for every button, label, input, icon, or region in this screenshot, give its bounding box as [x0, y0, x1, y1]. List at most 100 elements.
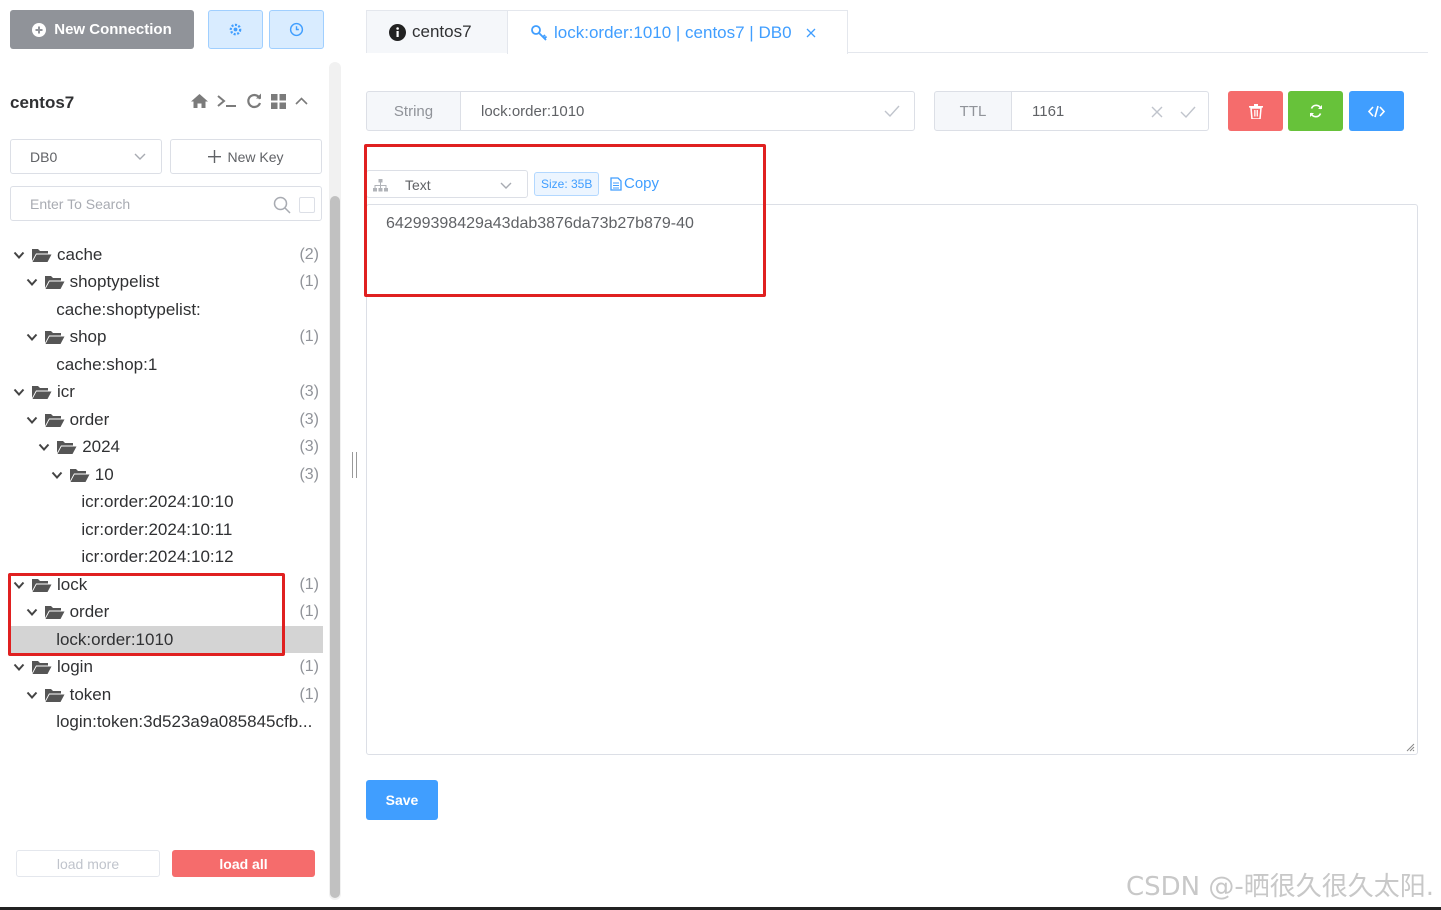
tree-label: login:token:3d523a9a085845cfb... — [56, 712, 313, 731]
ttl-value: 1161 — [1032, 102, 1065, 120]
tree-folder[interactable]: cache (2) — [10, 241, 323, 268]
value-textarea[interactable]: 64299398429a43dab3876da73b27b879-40 — [366, 204, 1418, 755]
grid-icon[interactable] — [270, 93, 287, 110]
tree-label: order — [69, 409, 110, 429]
clear-icon[interactable] — [1151, 106, 1163, 118]
tree-folder[interactable]: 2024 (3) — [10, 434, 323, 461]
key-name-input[interactable]: lock:order:1010 — [460, 91, 915, 131]
tree-label: login — [57, 657, 93, 676]
copy-label: Copy — [624, 175, 660, 192]
tree-label: icr:order:2024:10:12 — [81, 547, 234, 566]
chevron-up-icon[interactable] — [294, 94, 309, 109]
tree-key[interactable]: cache:shoptypelist: — [10, 296, 323, 323]
tree-label: order — [69, 602, 110, 621]
panel-splitter[interactable] — [352, 452, 357, 478]
copy-icon — [610, 176, 622, 191]
dump-command-button[interactable] — [1349, 91, 1404, 131]
caret-down-icon[interactable] — [26, 689, 38, 701]
tab-centos7[interactable]: centos7 — [366, 10, 508, 53]
tree-label: cache:shop:1 — [56, 354, 158, 374]
caret-down-icon[interactable] — [26, 276, 38, 288]
new-key-label: New Key — [227, 148, 284, 165]
caret-down-icon[interactable] — [26, 606, 38, 618]
history-button[interactable] — [269, 10, 324, 49]
settings-button[interactable] — [208, 10, 263, 49]
delete-key-button[interactable] — [1228, 91, 1283, 131]
tree-folder[interactable]: token (1) — [10, 681, 323, 708]
save-button[interactable]: Save — [366, 780, 438, 820]
folder-open-icon — [44, 413, 65, 427]
tree-count: (3) — [299, 410, 319, 428]
tree-count: (2) — [299, 245, 319, 263]
caret-down-icon[interactable] — [38, 441, 50, 453]
tree-key[interactable]: cache:shop:1 — [10, 351, 323, 378]
resize-grip-icon[interactable] — [1405, 742, 1415, 752]
tree-count: (1) — [299, 603, 319, 620]
new-key-button[interactable]: New Key — [170, 139, 322, 174]
folder-open-icon — [44, 606, 65, 619]
check-icon[interactable] — [1180, 105, 1196, 119]
tree-count: (1) — [299, 658, 319, 675]
refresh-key-button[interactable] — [1288, 91, 1343, 131]
home-icon[interactable] — [190, 93, 209, 109]
refresh-icon[interactable] — [245, 92, 263, 110]
tree-folder[interactable]: shop (1) — [10, 324, 323, 351]
caret-down-icon[interactable] — [13, 661, 25, 673]
tree-folder[interactable]: 10 (3) — [10, 461, 323, 488]
sitemap-icon — [373, 179, 388, 192]
db-select-value: DB0 — [30, 148, 58, 165]
tree-folder[interactable]: order (3) — [10, 406, 323, 433]
tree-label: lock:order:1010 — [56, 629, 174, 649]
tab-label: lock:order:1010 | centos7 | DB0 — [554, 22, 792, 42]
tree-count: (3) — [299, 465, 319, 483]
tree-folder[interactable]: icr (3) — [10, 379, 323, 406]
load-more-button[interactable]: load more — [16, 850, 160, 877]
tree-count: (3) — [299, 383, 319, 400]
tree-label: shoptypelist — [69, 272, 160, 291]
tree-folder[interactable]: lock (1) — [10, 571, 323, 598]
tree-key[interactable]: icr:order:2024:10:12 — [10, 544, 323, 571]
trash-icon — [1248, 103, 1263, 119]
exact-search-checkbox[interactable] — [299, 197, 315, 213]
caret-down-icon[interactable] — [13, 386, 25, 398]
folder-open-icon — [44, 276, 65, 289]
tab-lock-order-1010[interactable]: lock:order:1010 | centos7 | DB0 — [507, 10, 848, 54]
caret-down-icon[interactable] — [51, 469, 63, 481]
key-name-value: lock:order:1010 — [481, 102, 585, 120]
folder-open-icon — [44, 331, 65, 344]
folder-open-icon — [44, 688, 65, 702]
close-icon[interactable] — [806, 28, 816, 38]
caret-down-icon[interactable] — [13, 579, 25, 591]
caret-down-icon[interactable] — [13, 249, 25, 261]
tree-label: shop — [69, 327, 107, 346]
ttl-input[interactable]: 1161 — [1011, 91, 1209, 131]
caret-down-icon[interactable] — [26, 414, 38, 426]
check-icon[interactable] — [884, 104, 900, 118]
value-text: 64299398429a43dab3876da73b27b879-40 — [386, 215, 694, 232]
tree-key[interactable]: login:token:3d523a9a085845cfb... — [10, 709, 323, 736]
plus-circle-icon — [32, 22, 47, 37]
tree-key[interactable]: icr:order:2024:10:10 — [10, 489, 323, 516]
tree-key[interactable]: icr:order:2024:10:11 — [10, 516, 323, 543]
sidebar-scrollbar-thumb[interactable] — [330, 196, 340, 898]
tree-count: (1) — [299, 685, 319, 703]
tree-folder[interactable]: shoptypelist (1) — [10, 269, 323, 296]
search-icon[interactable] — [273, 196, 291, 214]
search-input[interactable] — [30, 195, 260, 212]
db-select[interactable]: DB0 — [10, 139, 162, 174]
folder-open-icon — [32, 661, 52, 674]
load-all-button[interactable]: load all — [172, 850, 315, 877]
connection-toolbar — [190, 92, 309, 110]
tree-label: lock — [57, 574, 88, 594]
format-select[interactable]: Text — [366, 170, 528, 198]
tree-folder[interactable]: login (1) — [10, 654, 323, 681]
tree-folder[interactable]: order (1) — [10, 599, 323, 626]
terminal-icon[interactable] — [216, 93, 238, 109]
format-value: Text — [405, 177, 431, 193]
ttl-label: TTL — [934, 91, 1012, 131]
caret-down-icon[interactable] — [26, 331, 38, 343]
tree-key[interactable]: lock:order:1010 — [10, 626, 323, 653]
tree-label: 10 — [94, 464, 114, 484]
new-connection-button[interactable]: New Connection — [10, 10, 194, 49]
copy-button[interactable]: Copy — [610, 175, 659, 192]
